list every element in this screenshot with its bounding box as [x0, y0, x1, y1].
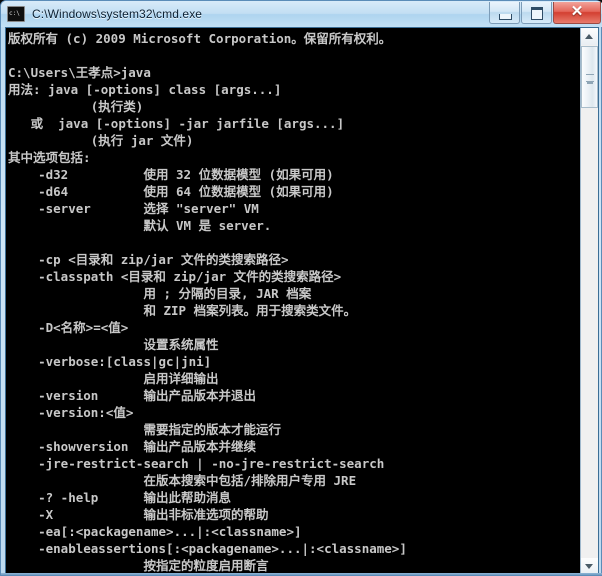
minimize-icon: [499, 14, 512, 20]
cmd-window: C:\Windows\system32\cmd.exe ✕ 版权所有 (c) 2…: [0, 0, 602, 576]
chevron-up-icon: [585, 34, 593, 39]
cmd-icon: [7, 6, 25, 22]
window-title: C:\Windows\system32\cmd.exe: [32, 7, 203, 21]
close-icon: ✕: [570, 3, 584, 20]
scroll-thumb[interactable]: [581, 46, 598, 108]
console-output-area[interactable]: 版权所有 (c) 2009 Microsoft Corporation。保留所有…: [6, 28, 580, 575]
maximize-button[interactable]: [521, 2, 552, 24]
window-controls: ✕: [488, 2, 601, 24]
maximize-icon: [531, 7, 543, 20]
close-button[interactable]: ✕: [553, 2, 601, 24]
console-text: 版权所有 (c) 2009 Microsoft Corporation。保留所有…: [8, 31, 407, 573]
console-client-area: 版权所有 (c) 2009 Microsoft Corporation。保留所有…: [5, 27, 599, 575]
minimize-button[interactable]: [489, 2, 520, 24]
vertical-scrollbar[interactable]: [580, 28, 598, 575]
window-titlebar[interactable]: C:\Windows\system32\cmd.exe ✕: [1, 1, 602, 27]
chevron-down-icon: [585, 564, 593, 569]
window-bottom-edge: [1, 573, 602, 575]
scroll-up-arrow[interactable]: [581, 28, 598, 45]
